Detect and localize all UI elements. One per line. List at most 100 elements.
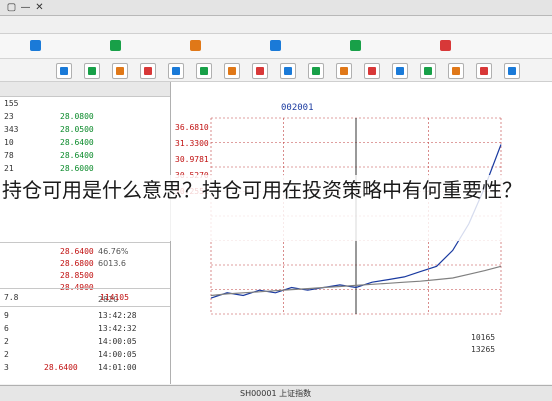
tick-volume: 9 xyxy=(4,311,9,320)
tool-icon xyxy=(88,67,96,75)
ask-volume: 343 xyxy=(4,125,19,134)
main-toolbar xyxy=(0,34,552,59)
tick-volume: 6 xyxy=(4,324,9,333)
close-icon[interactable]: ✕ xyxy=(34,2,45,13)
divider xyxy=(0,288,170,289)
tool-square-button[interactable] xyxy=(84,63,100,79)
tool-square-button[interactable] xyxy=(56,63,72,79)
tick-row: 6 13:42:32 xyxy=(0,323,170,335)
tool-icon xyxy=(452,67,460,75)
tool-square-button[interactable] xyxy=(336,63,352,79)
toolbar-button[interactable] xyxy=(350,38,363,53)
stat-row: 28.6800 6013.6 xyxy=(0,258,170,270)
menu-bar xyxy=(0,16,552,34)
toolbar-button[interactable] xyxy=(110,38,123,53)
tick-row: 2 14:00:05 xyxy=(0,349,170,361)
stat-value: 28.6800 xyxy=(60,259,94,268)
volume-axis-label: 10165 xyxy=(471,333,495,342)
ask-row: 155 xyxy=(0,98,170,110)
status-text: SH00001 上证指数 xyxy=(240,389,312,398)
toolbar-button[interactable] xyxy=(190,38,203,53)
ask-volume: 23 xyxy=(4,112,14,121)
tool-square-button[interactable] xyxy=(112,63,128,79)
tick-time: 13:42:32 xyxy=(98,324,137,333)
tool-square-button[interactable] xyxy=(252,63,268,79)
ask-volume: 155 xyxy=(4,99,19,108)
tool-square-button[interactable] xyxy=(504,63,520,79)
tool-icon xyxy=(228,67,236,75)
tool-square-button[interactable] xyxy=(420,63,436,79)
tool-icon xyxy=(424,67,432,75)
tick-volume: 3 xyxy=(4,363,9,372)
ask-row: 10 28.6400 xyxy=(0,137,170,149)
ask-volume: 78 xyxy=(4,151,14,160)
tool-square-button[interactable] xyxy=(392,63,408,79)
order-book-header xyxy=(0,82,170,97)
tick-row: 9 13:42:28 xyxy=(0,310,170,322)
tool-icon xyxy=(60,67,68,75)
stat-row: 28.6400 46.76% xyxy=(0,246,170,258)
stat-value: 28.6400 xyxy=(60,247,94,256)
tool-icon xyxy=(284,67,292,75)
status-bar: SH00001 上证指数 xyxy=(0,385,552,401)
stat-row: 28.8500 xyxy=(0,270,170,282)
tick-row: 3 28.6400 14:01:00 xyxy=(0,362,170,374)
tool-square-button[interactable] xyxy=(476,63,492,79)
tool-icon xyxy=(508,67,516,75)
toolbar-button[interactable] xyxy=(30,38,43,53)
tool-square-button[interactable] xyxy=(224,63,240,79)
arrow-icon xyxy=(190,40,201,51)
tool-square-button[interactable] xyxy=(140,63,156,79)
tool-icon xyxy=(368,67,376,75)
grid-icon xyxy=(270,40,281,51)
tool-icon xyxy=(144,67,152,75)
tool-square-button[interactable] xyxy=(364,63,380,79)
tool-icon xyxy=(312,67,320,75)
tick-volume: 2 xyxy=(4,337,9,346)
ask-price: 28.0500 xyxy=(60,125,94,134)
marker-row: 7.8 114105 xyxy=(0,292,170,304)
list-icon xyxy=(350,40,361,51)
title-bar: ▢ — ✕ xyxy=(0,0,552,16)
stock-code: 002001 xyxy=(281,103,314,113)
tool-square-button[interactable] xyxy=(196,63,212,79)
tool-square-button[interactable] xyxy=(168,63,184,79)
tick-time: 13:42:28 xyxy=(98,311,137,320)
toolbar-button[interactable] xyxy=(440,38,453,53)
tick-volume: 2 xyxy=(4,350,9,359)
tick-time: 14:01:00 xyxy=(98,363,137,372)
refresh-icon xyxy=(30,40,41,51)
stat-value: 28.8500 xyxy=(60,271,94,280)
ask-row: 78 28.6400 xyxy=(0,150,170,162)
tool-icon xyxy=(256,67,264,75)
maximize-icon[interactable]: ▢ xyxy=(6,2,17,13)
stat-value-secondary: 46.76% xyxy=(98,247,129,256)
ask-volume: 10 xyxy=(4,138,14,147)
marker-value-secondary: 114105 xyxy=(100,293,129,302)
marker-value: 7.8 xyxy=(4,293,19,302)
price-axis-label: 31.3300 xyxy=(175,139,209,148)
volume-axis-label: 13265 xyxy=(471,345,495,354)
divider xyxy=(0,242,170,243)
ask-row: 23 28.0800 xyxy=(0,111,170,123)
tool-square-button[interactable] xyxy=(448,63,464,79)
ask-price: 28.6400 xyxy=(60,151,94,160)
star-icon xyxy=(440,40,451,51)
tool-icon xyxy=(172,67,180,75)
tool-square-button[interactable] xyxy=(280,63,296,79)
tick-time: 14:00:05 xyxy=(98,350,137,359)
tool-icon xyxy=(396,67,404,75)
tick-row: 2 14:00:05 xyxy=(0,336,170,348)
toolbar-button[interactable] xyxy=(270,38,283,53)
tick-price: 28.6400 xyxy=(44,363,78,372)
tool-icon xyxy=(116,67,124,75)
chart-icon xyxy=(110,40,121,51)
divider xyxy=(0,306,170,307)
app-window: ▢ — ✕ 155 23 28.0800 343 28.0500 10 28.6… xyxy=(0,0,552,401)
tick-time: 14:00:05 xyxy=(98,337,137,346)
tool-icon xyxy=(480,67,488,75)
secondary-toolbar xyxy=(0,59,552,82)
minimize-icon[interactable]: — xyxy=(20,2,31,13)
tool-square-button[interactable] xyxy=(308,63,324,79)
stat-value-secondary: 6013.6 xyxy=(98,259,126,268)
